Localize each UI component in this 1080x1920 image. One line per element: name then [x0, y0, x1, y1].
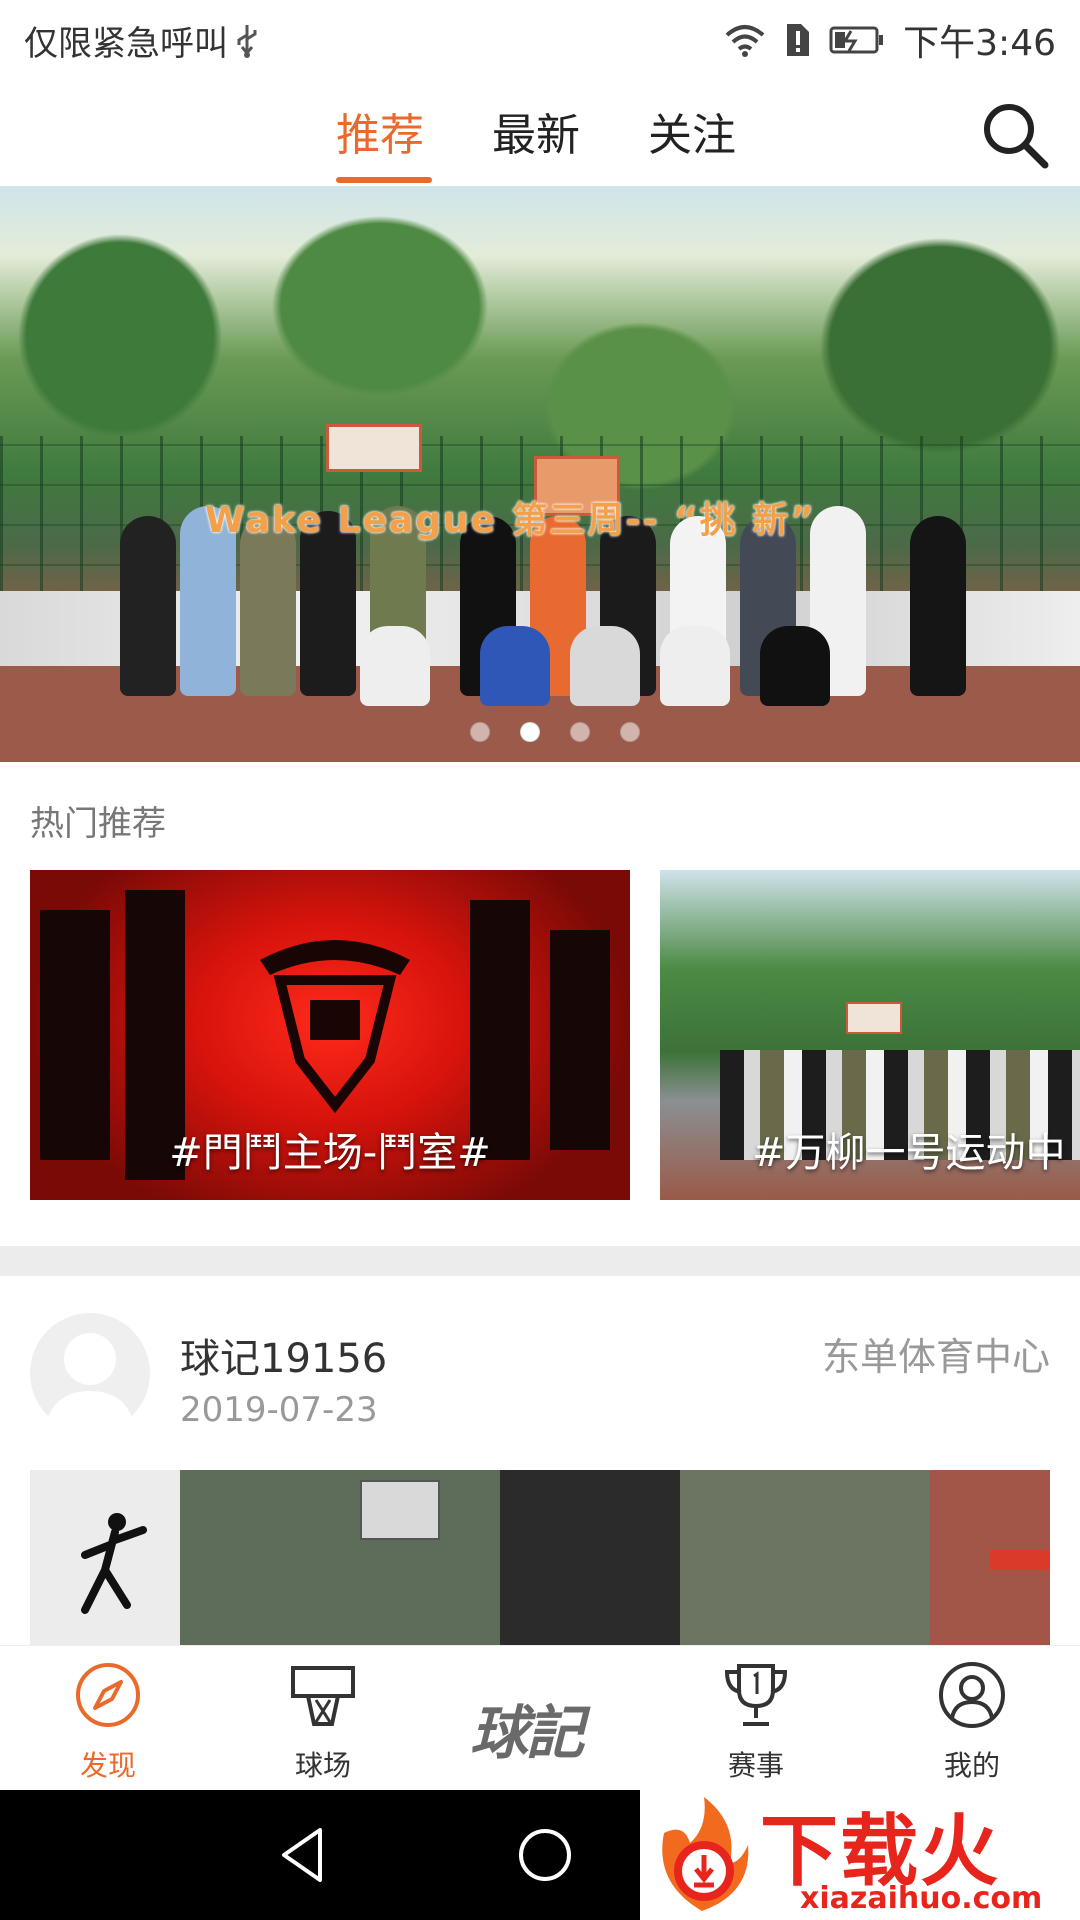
nav-label: 赛事: [727, 1749, 784, 1782]
wifi-icon: [725, 25, 765, 57]
status-bar: 仅限紧急呼叫 下午3:46: [0, 0, 1080, 75]
hot-card-battle-gate[interactable]: #門鬥主场-鬥室#: [30, 870, 630, 1200]
compass-icon: [76, 1663, 140, 1727]
banner-pagination: [470, 722, 640, 742]
home-circle-icon: [519, 1829, 571, 1881]
home-button[interactable]: [510, 1820, 580, 1890]
hoop-backboard-image: [360, 1480, 440, 1540]
back-button[interactable]: [270, 1820, 340, 1890]
jordan-logo-icon: [81, 1513, 147, 1614]
qiuji-logo[interactable]: 球記: [470, 1686, 584, 1770]
pagination-dot[interactable]: [620, 722, 640, 742]
banner-strip-image: [990, 1550, 1050, 1570]
nav-events[interactable]: 赛事: [686, 1660, 826, 1784]
tab-recommend[interactable]: 推荐: [336, 99, 424, 163]
user-icon: [939, 1662, 1005, 1728]
usb-icon: [237, 24, 257, 58]
back-triangle-icon: [282, 1828, 322, 1882]
default-avatar-icon: [44, 1333, 136, 1433]
hoop-icon: [291, 1666, 355, 1726]
active-tab-indicator: [336, 177, 432, 183]
nav-label: 球场: [294, 1749, 351, 1782]
search-icon: [984, 104, 1049, 169]
nav-courts[interactable]: 球场: [253, 1660, 393, 1784]
battery-charging-icon: [829, 26, 884, 54]
flame-logo-icon: [662, 1797, 749, 1911]
hot-card-label: #万柳一号运动中: [752, 1130, 1066, 1176]
hot-card-wanliu[interactable]: #万柳一号运动中: [660, 870, 1080, 1200]
hoop-backboard-image: [846, 1002, 902, 1034]
pagination-dot[interactable]: [570, 722, 590, 742]
post-image[interactable]: [30, 1470, 1050, 1645]
section-divider: [0, 1246, 1080, 1276]
post-username[interactable]: 球记19156: [180, 1326, 387, 1384]
avatar[interactable]: [30, 1313, 150, 1433]
nav-label: 发现: [79, 1749, 136, 1782]
nav-me[interactable]: 我的: [902, 1660, 1042, 1784]
tab-following[interactable]: 关注: [648, 99, 736, 163]
watermark-url: xiazaihuo.com: [800, 1881, 1043, 1916]
nav-discover[interactable]: 发现: [38, 1660, 178, 1784]
hoop-backboard-image: [326, 424, 422, 472]
pagination-dot[interactable]: [470, 722, 490, 742]
banner-carousel[interactable]: Wake League 第三周-- “挑 新”: [0, 186, 1080, 762]
search-button[interactable]: [975, 95, 1055, 175]
banner-title: Wake League 第三周-- “挑 新”: [205, 500, 816, 541]
trophy-icon: [724, 1664, 788, 1726]
tab-latest[interactable]: 最新: [492, 99, 580, 163]
pagination-dot-active[interactable]: [520, 722, 540, 742]
nav-label: 我的: [943, 1749, 1000, 1782]
post-date: 2019-07-23: [180, 1390, 378, 1430]
post-location[interactable]: 东单体育中心: [822, 1326, 1050, 1381]
bottom-navigation: 发现 球场 球記 赛事 我的: [0, 1645, 1080, 1790]
watermark-logo: 下载火 xiazaihuo.com: [640, 1785, 1080, 1920]
hot-card-label: #門鬥主场-鬥室#: [169, 1130, 491, 1176]
carrier-text: 仅限紧急呼叫: [24, 24, 228, 64]
clock-text: 下午3:46: [903, 23, 1056, 64]
section-title-hot: 热门推荐: [30, 804, 166, 844]
battle-of-the-gate-emblem: [260, 940, 410, 1114]
top-tab-bar: 推荐 最新 关注: [0, 75, 1080, 185]
sim-alert-icon: [787, 24, 810, 56]
